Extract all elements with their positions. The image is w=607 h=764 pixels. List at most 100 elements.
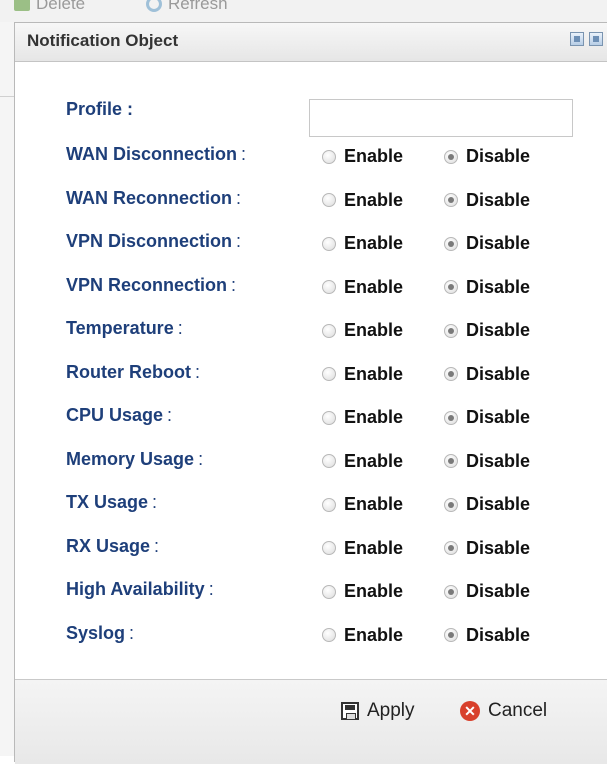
disable-option[interactable]: Disable (444, 494, 530, 515)
apply-label: Apply (367, 700, 415, 721)
enable-option-label: Enable (344, 581, 404, 601)
profile-label: Profile : (66, 99, 134, 119)
radio-button[interactable] (322, 149, 336, 164)
notification-label: High Availability: (66, 579, 214, 599)
notification-label: TX Usage: (66, 492, 158, 512)
enable-option[interactable]: Enable (322, 494, 403, 515)
enable-option-label: Enable (344, 624, 404, 645)
notification-label: Router Reboot: (66, 361, 201, 382)
notification-label: RX Usage: (66, 535, 160, 556)
radio-button[interactable] (322, 541, 336, 555)
enable-option-label: Enable (344, 407, 404, 427)
enable-option-label: Enable (344, 537, 404, 558)
radio-button[interactable] (444, 628, 458, 642)
apply-button[interactable]: Apply (341, 700, 415, 722)
disable-option[interactable]: Disable (444, 625, 530, 646)
disable-option[interactable]: Disable (444, 581, 530, 602)
disable-option[interactable]: Disable (444, 451, 530, 472)
radio-button[interactable] (444, 541, 458, 555)
disable-option[interactable]: Disable (444, 538, 530, 559)
notification-label: VPN Disconnection: (66, 231, 242, 251)
radio-button[interactable] (322, 410, 336, 425)
cancel-button[interactable]: ✕ Cancel (460, 700, 547, 722)
radio-button[interactable] (322, 628, 336, 642)
refresh-button[interactable]: Refresh (146, 0, 228, 14)
enable-option[interactable]: Enable (322, 364, 403, 385)
radio-button[interactable] (322, 236, 336, 251)
dialog-title: Notification Object (27, 31, 179, 50)
background-panel (0, 22, 14, 756)
refresh-icon (146, 0, 162, 12)
disable-option-label: Disable (466, 276, 531, 297)
notification-label: WAN Disconnection: (66, 144, 247, 164)
disable-option-label: Disable (466, 189, 531, 210)
disable-option[interactable]: Disable (444, 364, 530, 385)
disable-option[interactable]: Disable (444, 277, 530, 298)
maximize-icon[interactable] (570, 32, 584, 46)
disable-option-label: Disable (466, 146, 531, 166)
notification-label: WAN Reconnection: (66, 187, 242, 208)
radio-button[interactable] (444, 149, 458, 164)
disable-option-label: Disable (466, 537, 531, 558)
notification-label: Syslog: (66, 622, 135, 643)
disable-option-label: Disable (466, 450, 531, 471)
cancel-icon: ✕ (460, 701, 480, 721)
disable-option-label: Disable (466, 581, 531, 601)
cancel-label: Cancel (488, 700, 548, 721)
notification-label: Temperature: (66, 318, 183, 338)
radio-button[interactable] (322, 497, 336, 512)
enable-option[interactable]: Enable (322, 581, 403, 602)
radio-button[interactable] (322, 367, 336, 381)
close-icon[interactable] (589, 32, 603, 46)
radio-button[interactable] (444, 454, 458, 468)
delete-icon (14, 0, 30, 11)
disable-option-label: Disable (466, 363, 531, 384)
enable-option[interactable]: Enable (322, 538, 403, 559)
notification-label: VPN Reconnection: (66, 274, 237, 295)
enable-option[interactable]: Enable (322, 190, 403, 211)
enable-option[interactable]: Enable (322, 451, 403, 472)
radio-button[interactable] (444, 193, 458, 207)
radio-button[interactable] (444, 236, 458, 251)
enable-option-label: Enable (344, 276, 404, 297)
radio-button[interactable] (322, 280, 336, 294)
dialog-titlebar[interactable]: Notification Object (15, 23, 607, 62)
notification-label: Memory Usage: (66, 448, 204, 469)
enable-option-label: Enable (344, 146, 404, 166)
enable-option-label: Enable (344, 320, 404, 340)
disable-option-label: Disable (466, 624, 531, 645)
disable-option[interactable]: Disable (444, 146, 530, 167)
radio-button[interactable] (444, 367, 458, 381)
disable-option-label: Disable (466, 233, 531, 253)
radio-button[interactable] (444, 584, 458, 599)
radio-button[interactable] (444, 280, 458, 294)
disable-option[interactable]: Disable (444, 190, 530, 211)
enable-option[interactable]: Enable (322, 277, 403, 298)
enable-option-label: Enable (344, 233, 404, 253)
enable-option[interactable]: Enable (322, 407, 403, 428)
enable-option[interactable]: Enable (322, 233, 403, 254)
profile-input[interactable] (309, 99, 573, 137)
radio-button[interactable] (444, 497, 458, 512)
radio-button[interactable] (322, 454, 336, 468)
radio-button[interactable] (322, 584, 336, 599)
enable-option[interactable]: Enable (322, 320, 403, 341)
radio-button[interactable] (322, 193, 336, 207)
radio-button[interactable] (322, 323, 336, 338)
enable-option[interactable]: Enable (322, 625, 403, 646)
disable-option-label: Disable (466, 320, 531, 340)
refresh-label: Refresh (168, 0, 228, 13)
delete-button[interactable]: Delete (14, 0, 85, 14)
enable-option-label: Enable (344, 363, 404, 384)
dialog-footer: Apply ✕ Cancel (15, 679, 607, 764)
disable-option[interactable]: Disable (444, 320, 530, 341)
enable-option[interactable]: Enable (322, 146, 403, 167)
background-toolbar: Delete Refresh (0, 0, 607, 22)
radio-button[interactable] (444, 323, 458, 338)
enable-option-label: Enable (344, 450, 404, 471)
disable-option[interactable]: Disable (444, 233, 530, 254)
background-divider (0, 96, 14, 97)
enable-option-label: Enable (344, 494, 404, 514)
disable-option[interactable]: Disable (444, 407, 530, 428)
radio-button[interactable] (444, 410, 458, 425)
